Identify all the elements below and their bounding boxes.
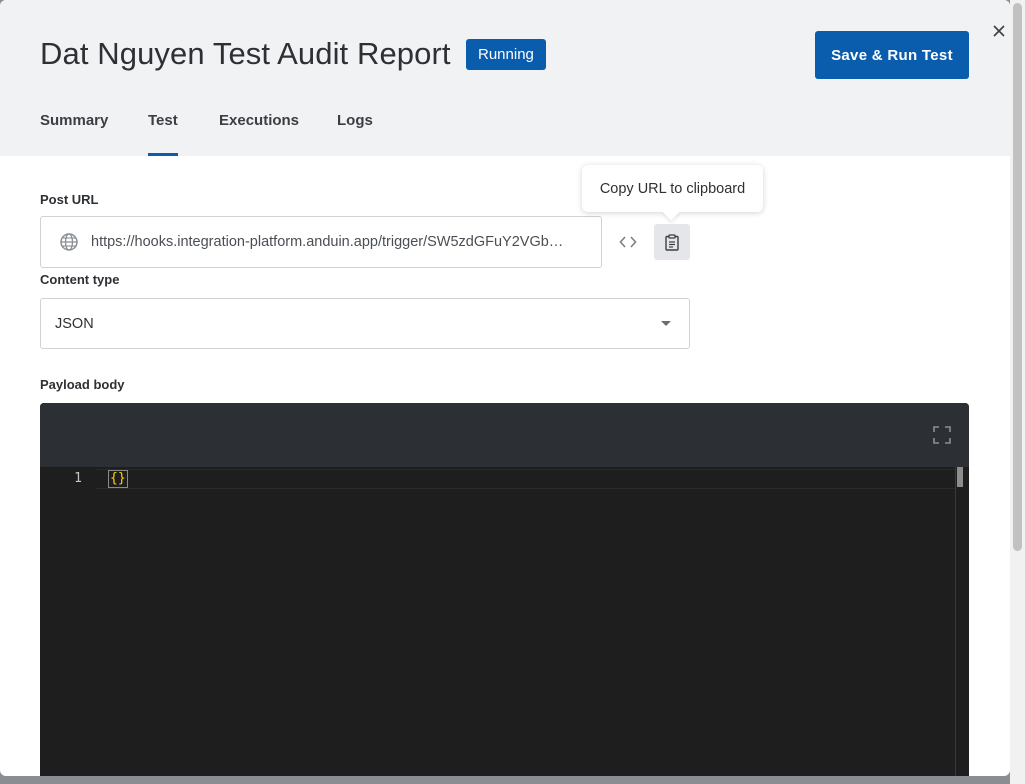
content-type-label: Content type [40, 272, 120, 287]
chevron-down-icon [661, 321, 671, 326]
close-icon [993, 25, 1005, 37]
clipboard-icon [665, 233, 679, 251]
page-scrollbar[interactable] [1010, 0, 1025, 784]
editor-scrollbar[interactable] [955, 467, 969, 776]
editor-toolbar [40, 403, 969, 467]
page-scrollbar-thumb[interactable] [1013, 3, 1022, 551]
close-button[interactable] [988, 20, 1010, 42]
post-url-field[interactable]: https://hooks.integration-platform.andui… [40, 216, 602, 268]
copy-url-tooltip: Copy URL to clipboard [582, 165, 763, 212]
copy-url-button[interactable] [654, 224, 690, 260]
post-url-label: Post URL [40, 192, 99, 207]
status-badge: Running [466, 39, 546, 70]
globe-icon [60, 233, 78, 251]
modal-dialog: Dat Nguyen Test Audit Report Running Sav… [0, 0, 1010, 776]
save-and-run-button[interactable]: Save & Run Test [815, 31, 969, 79]
code-area[interactable]: 1 {} [40, 467, 969, 776]
tab-executions[interactable]: Executions [219, 112, 299, 156]
embed-code-button[interactable] [610, 224, 646, 260]
current-line-highlight [96, 469, 955, 489]
modal-header: Dat Nguyen Test Audit Report Running Sav… [0, 0, 1010, 156]
post-url-value: https://hooks.integration-platform.andui… [91, 234, 564, 250]
page-title: Dat Nguyen Test Audit Report [40, 36, 451, 71]
payload-editor: 1 {} [40, 403, 969, 776]
payload-body-label: Payload body [40, 377, 125, 392]
code-line: {} [108, 470, 128, 488]
editor-scrollbar-thumb[interactable] [957, 467, 963, 487]
tab-test[interactable]: Test [148, 112, 178, 156]
fullscreen-icon[interactable] [932, 425, 952, 445]
tab-summary[interactable]: Summary [40, 112, 108, 156]
line-number: 1 [74, 471, 82, 486]
tab-logs[interactable]: Logs [337, 112, 373, 156]
content-type-select[interactable]: JSON [40, 298, 690, 349]
code-icon [619, 236, 637, 248]
content-type-value: JSON [55, 315, 94, 332]
